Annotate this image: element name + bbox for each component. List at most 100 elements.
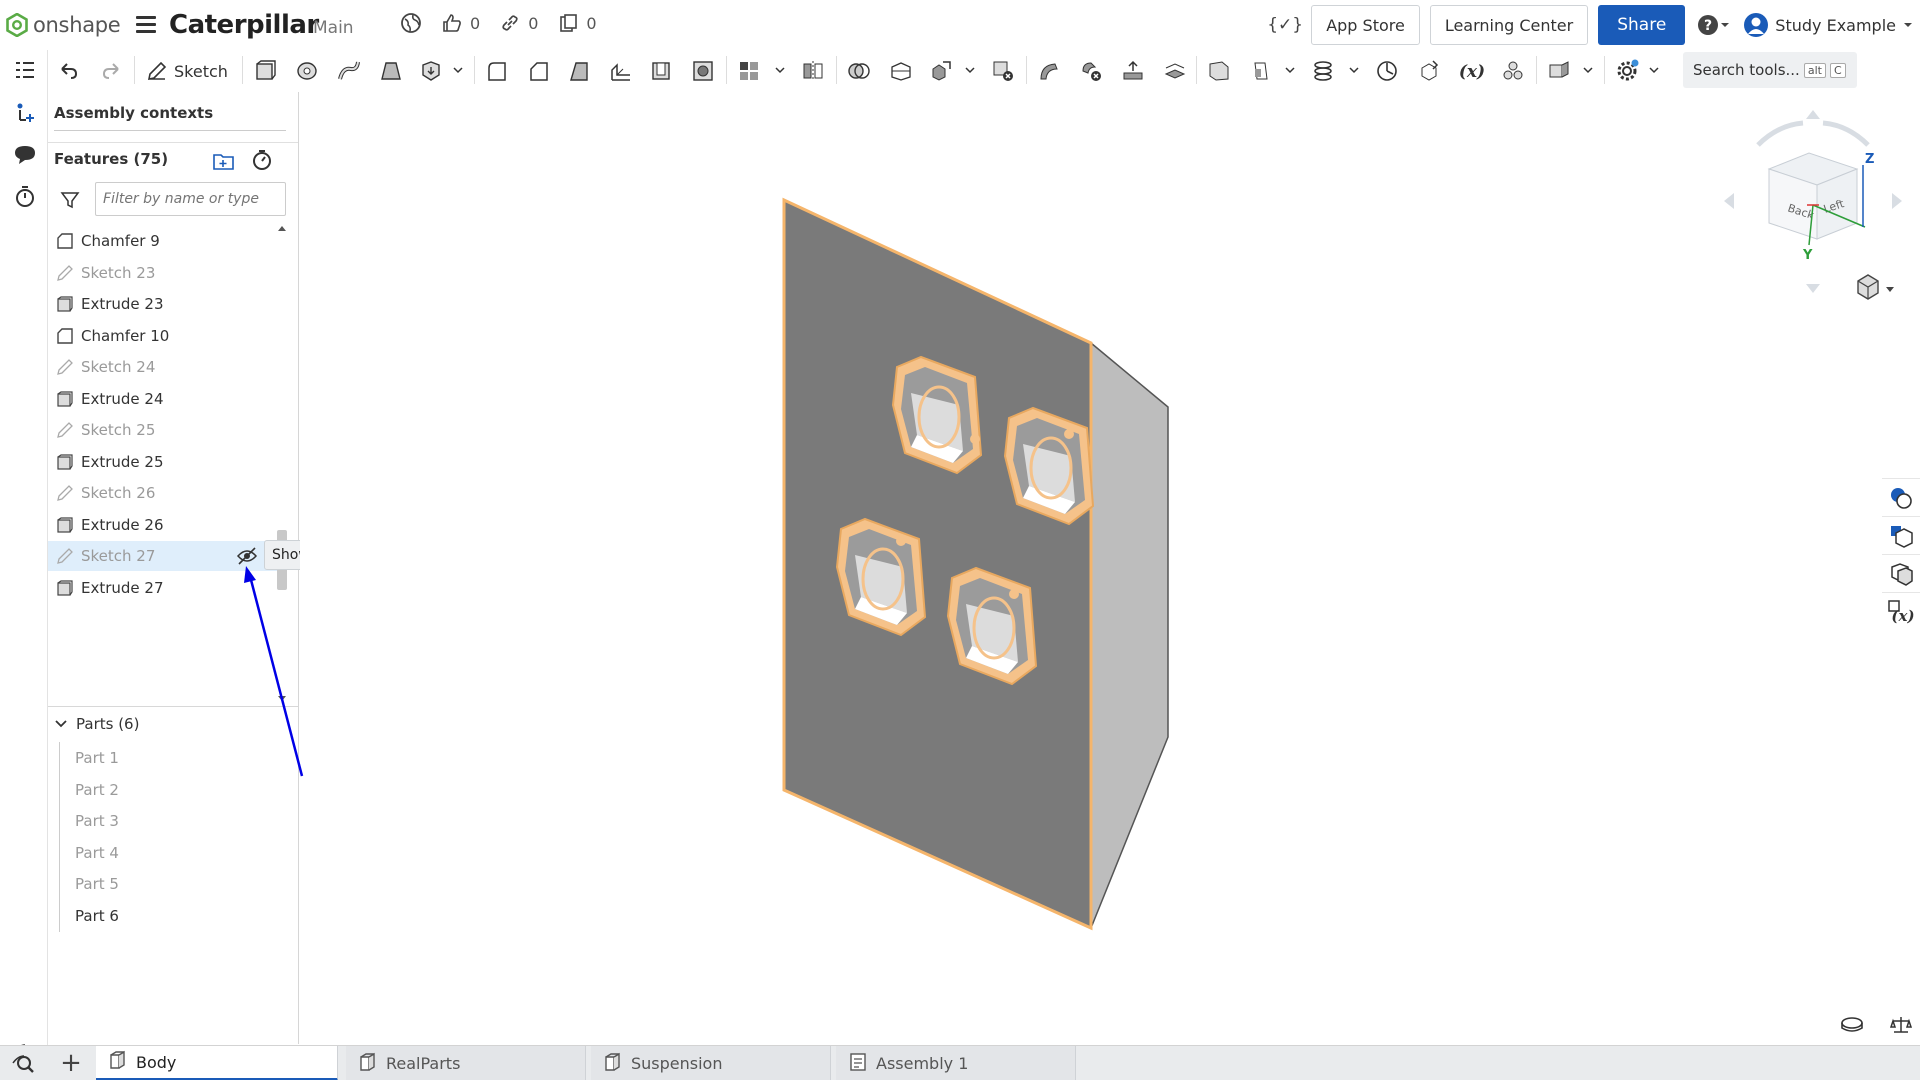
branch-name[interactable]: Main — [313, 18, 354, 38]
delete-face-icon[interactable] — [1078, 58, 1104, 84]
scroll-down-icon[interactable] — [277, 695, 287, 703]
onshape-logo[interactable]: onshape — [6, 13, 121, 37]
feature-item-sketch-27[interactable]: Sketch 27 — [48, 541, 278, 571]
feature-item-extrude-23[interactable]: Extrude 23 — [48, 289, 278, 319]
split-icon[interactable] — [888, 58, 914, 84]
feature-filter-input[interactable] — [95, 182, 286, 216]
add-instance-icon[interactable] — [12, 100, 38, 126]
mass-properties-icon[interactable] — [1882, 554, 1920, 592]
variable-icon[interactable]: (x) — [1456, 58, 1488, 84]
transform-icon[interactable] — [928, 58, 954, 84]
likes-counter[interactable]: 0 — [442, 13, 480, 33]
tab-suspension[interactable]: Suspension — [591, 1046, 831, 1080]
feature-item-sketch-25[interactable]: Sketch 25 — [48, 415, 278, 445]
comments-icon[interactable] — [12, 142, 38, 168]
chevron-down-icon[interactable] — [964, 64, 976, 76]
chevron-down-icon[interactable] — [774, 64, 786, 76]
pattern-icon[interactable] — [736, 58, 762, 84]
feature-item-sketch-24[interactable]: Sketch 24 — [48, 352, 278, 382]
derived-icon[interactable] — [1500, 58, 1526, 84]
model-canvas[interactable] — [300, 92, 1920, 1044]
settings-icon[interactable] — [1614, 58, 1640, 84]
undo-icon[interactable] — [56, 58, 82, 84]
tab-assembly-1[interactable]: Assembly 1 — [836, 1046, 1076, 1080]
feature-list-icon[interactable] — [12, 58, 38, 84]
chevron-down-icon[interactable] — [452, 64, 464, 76]
globe-icon[interactable] — [400, 12, 422, 34]
feature-item-extrude-26[interactable]: Extrude 26 — [48, 510, 278, 540]
links-counter[interactable]: 0 — [500, 13, 538, 33]
view-cube[interactable]: Back Left Z Y — [1718, 105, 1908, 305]
loft-icon[interactable] — [378, 58, 404, 84]
version-history-icon[interactable] — [12, 184, 38, 210]
chevron-down-icon[interactable] — [1582, 64, 1594, 76]
chamfer-icon[interactable] — [526, 58, 552, 84]
tab-body[interactable]: Body — [96, 1046, 338, 1080]
plane-icon[interactable] — [1206, 58, 1232, 84]
scroll-up-icon[interactable] — [277, 224, 287, 232]
tab-manager-icon[interactable] — [12, 1052, 36, 1074]
menu-icon[interactable] — [136, 16, 156, 34]
section-view-icon[interactable] — [1840, 1015, 1864, 1035]
sheet-metal-icon[interactable] — [1546, 58, 1572, 84]
add-folder-icon[interactable] — [212, 150, 236, 172]
revolve-icon[interactable] — [294, 58, 320, 84]
feature-item-extrude-25[interactable]: Extrude 25 — [48, 447, 278, 477]
import-icon[interactable] — [1416, 58, 1442, 84]
chevron-down-icon[interactable] — [1648, 64, 1660, 76]
appearance-panel-icon[interactable] — [1882, 478, 1920, 516]
part-item-5[interactable]: Part 5 — [75, 875, 119, 893]
replace-face-icon[interactable] — [1162, 58, 1188, 84]
app-store-button[interactable]: App Store — [1311, 5, 1420, 45]
tab-realparts[interactable]: RealParts — [346, 1046, 586, 1080]
variable-studio-icon[interactable]: {✓} — [1267, 15, 1303, 35]
filter-icon[interactable] — [60, 190, 80, 210]
parts-header[interactable]: Parts (6) — [54, 715, 139, 733]
redo-icon[interactable] — [98, 58, 124, 84]
render-panel-icon[interactable] — [1882, 516, 1920, 554]
share-button[interactable]: Share — [1598, 5, 1686, 45]
feature-item-extrude-24[interactable]: Extrude 24 — [48, 384, 278, 414]
extrude-icon[interactable] — [252, 58, 278, 84]
rollback-timer-icon[interactable] — [250, 148, 274, 172]
feature-item-sketch-23[interactable]: Sketch 23 — [48, 258, 278, 288]
feature-list-scrollbar[interactable] — [276, 222, 287, 707]
graphics-viewport[interactable] — [300, 92, 1920, 1044]
feature-item-chamfer-10[interactable]: Chamfer 10 — [48, 321, 278, 351]
mate-connector-icon[interactable] — [1248, 58, 1274, 84]
assembly-contexts-title[interactable]: Assembly contexts — [54, 104, 213, 122]
modify-fillet-icon[interactable] — [1036, 58, 1062, 84]
part-item-1[interactable]: Part 1 — [75, 749, 119, 767]
boolean-icon[interactable] — [846, 58, 872, 84]
measure-icon[interactable] — [1374, 58, 1400, 84]
part-item-2[interactable]: Part 2 — [75, 781, 119, 799]
sweep-icon[interactable] — [336, 58, 362, 84]
sketch-button[interactable]: Sketch — [146, 58, 228, 84]
delete-part-icon[interactable] — [990, 58, 1016, 84]
thicken-icon[interactable] — [418, 58, 444, 84]
units-icon[interactable] — [1890, 1015, 1912, 1035]
rib-icon[interactable] — [608, 58, 634, 84]
fillet-icon[interactable] — [484, 58, 510, 84]
chevron-down-icon[interactable] — [1284, 64, 1296, 76]
shell-icon[interactable] — [648, 58, 674, 84]
feature-item-chamfer-9[interactable]: Chamfer 9 — [48, 226, 278, 256]
feature-item-extrude-27[interactable]: Extrude 27 — [48, 573, 278, 603]
variables-panel-icon[interactable]: (x) — [1882, 592, 1920, 630]
document-title[interactable]: Caterpillar — [169, 10, 319, 40]
hole-icon[interactable] — [690, 58, 716, 84]
chevron-down-icon[interactable] — [1348, 64, 1360, 76]
copies-counter[interactable]: 0 — [558, 13, 597, 33]
user-menu[interactable]: Study Example — [1743, 12, 1914, 38]
learning-center-button[interactable]: Learning Center — [1429, 5, 1589, 45]
part-item-3[interactable]: Part 3 — [75, 812, 119, 830]
add-tab-button[interactable]: + — [56, 1050, 86, 1076]
helix-icon[interactable] — [1310, 58, 1336, 84]
feature-item-sketch-26[interactable]: Sketch 26 — [48, 478, 278, 508]
search-tools-input[interactable]: Search tools... alt C — [1683, 52, 1857, 88]
hidden-eye-icon[interactable] — [236, 546, 258, 570]
part-item-6[interactable]: Part 6 — [75, 907, 119, 925]
help-menu[interactable]: ? — [1697, 14, 1731, 36]
draft-icon[interactable] — [566, 58, 592, 84]
move-face-icon[interactable] — [1120, 58, 1146, 84]
